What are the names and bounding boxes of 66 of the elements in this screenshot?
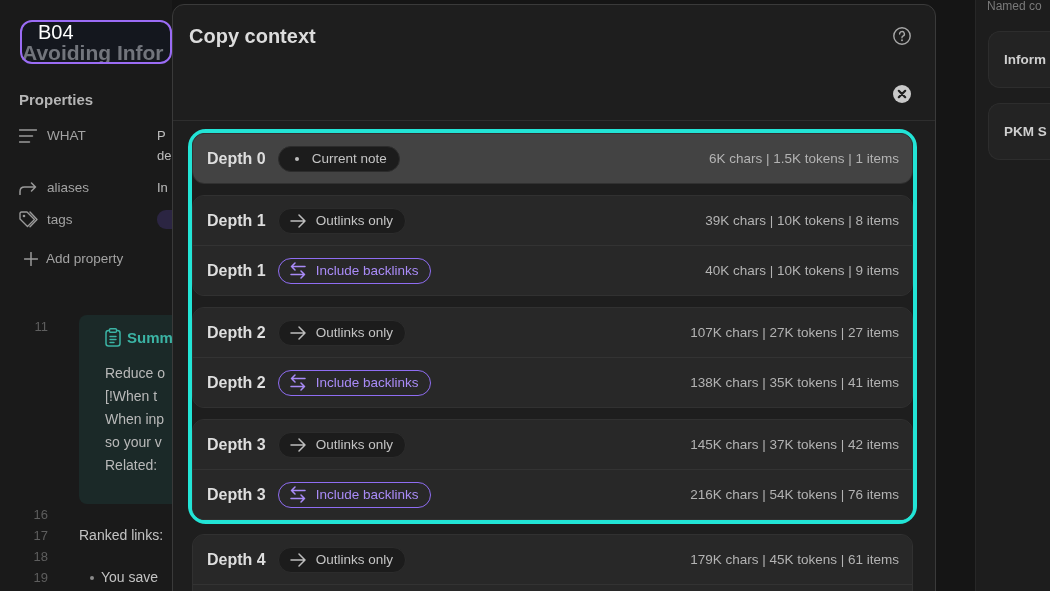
depth-label: Depth 3 [207,435,266,454]
curved-arrow-icon [19,181,37,195]
arrow-right-icon [289,325,306,340]
close-icon[interactable] [893,85,911,103]
callout-text: Related: [105,456,158,475]
property-name: tags [47,211,74,229]
body-text: Ranked links: [79,527,164,543]
note-title: Avoiding Infor [22,42,164,64]
depth-option[interactable]: Depth 1 Include backlinks 40K chars | 10K tokens | 9 items [193,245,912,295]
size-stats: 145K chars | 37K tokens | 42 items [690,437,899,452]
size-stats: 216K chars | 54K tokens | 76 items [690,487,899,502]
line-number: 19 [32,569,48,587]
dialog-title: Copy context [189,24,316,48]
mode-tag: Outlinks only [277,431,406,458]
context-card[interactable]: PKM S [988,103,1050,160]
panel-heading: Named co [986,0,1043,12]
mode-tag: Outlinks only [277,546,406,573]
add-property-button[interactable]: Add property [24,249,124,269]
arrow-right-icon [289,213,306,228]
depth-label: Depth 0 [207,149,266,168]
plus-icon [24,252,38,266]
mode-tag: Outlinks only [277,319,406,346]
swap-arrows-icon [289,374,306,391]
line-number: 16 [32,506,48,524]
depth-label: Depth 2 [207,373,266,392]
size-stats: 107K chars | 27K tokens | 27 items [690,325,899,340]
arrow-right-icon [289,552,306,567]
property-value: In [157,179,168,197]
tag-icon [19,210,38,230]
line-number: 11 [33,318,48,336]
size-stats: 6K chars | 1.5K tokens | 1 items [708,151,899,166]
callout-text: [!When t [105,387,158,406]
depth-label: Depth 4 [207,550,266,569]
swap-arrows-icon [289,262,306,279]
depth-option[interactable]: Depth 3 Include backlinks 216K chars | 54K tokens | 76 items [193,469,912,519]
depth-option[interactable]: Depth 0 Current note 6K chars | 1.5K tokens | 1 items [193,134,912,183]
dot-icon [294,156,299,161]
line-number: 18 [32,548,48,566]
mode-tag: Current note [277,145,400,172]
property-name: aliases [47,179,91,197]
context-card[interactable]: Inform [988,31,1050,88]
help-icon[interactable] [893,27,911,45]
depth-label: Depth 3 [207,485,266,504]
list-item-text: You save [101,568,159,587]
bullet-icon [90,575,94,580]
callout-title: Summ [127,328,172,346]
line-number: 17 [32,527,48,545]
clipboard-icon [105,327,121,347]
callout-text: Reduce o [105,364,165,383]
swap-arrows-icon [289,486,306,503]
property-value: P de [157,127,172,165]
depth-label: Depth 2 [207,323,266,342]
callout-text: so your v [105,433,162,452]
size-stats: 40K chars | 10K tokens | 9 items [705,263,899,278]
callout-text: When inp [105,410,165,429]
depth-label: Depth 1 [207,211,266,230]
text-lines-icon [19,129,37,143]
depth-option[interactable]: Depth 2 Include backlinks 138K chars | 35K tokens | 41 items [193,357,912,407]
mode-tag: Outlinks only [277,207,406,234]
properties-heading: Properties [19,91,95,109]
size-stats: 39K chars | 10K tokens | 8 items [705,213,899,228]
property-name: WHAT [47,127,87,145]
depth-label: Depth 1 [207,261,266,280]
size-stats: 179K chars | 45K tokens | 61 items [690,552,899,567]
arrow-right-icon [289,437,306,452]
size-stats: 138K chars | 35K tokens | 41 items [690,375,899,390]
